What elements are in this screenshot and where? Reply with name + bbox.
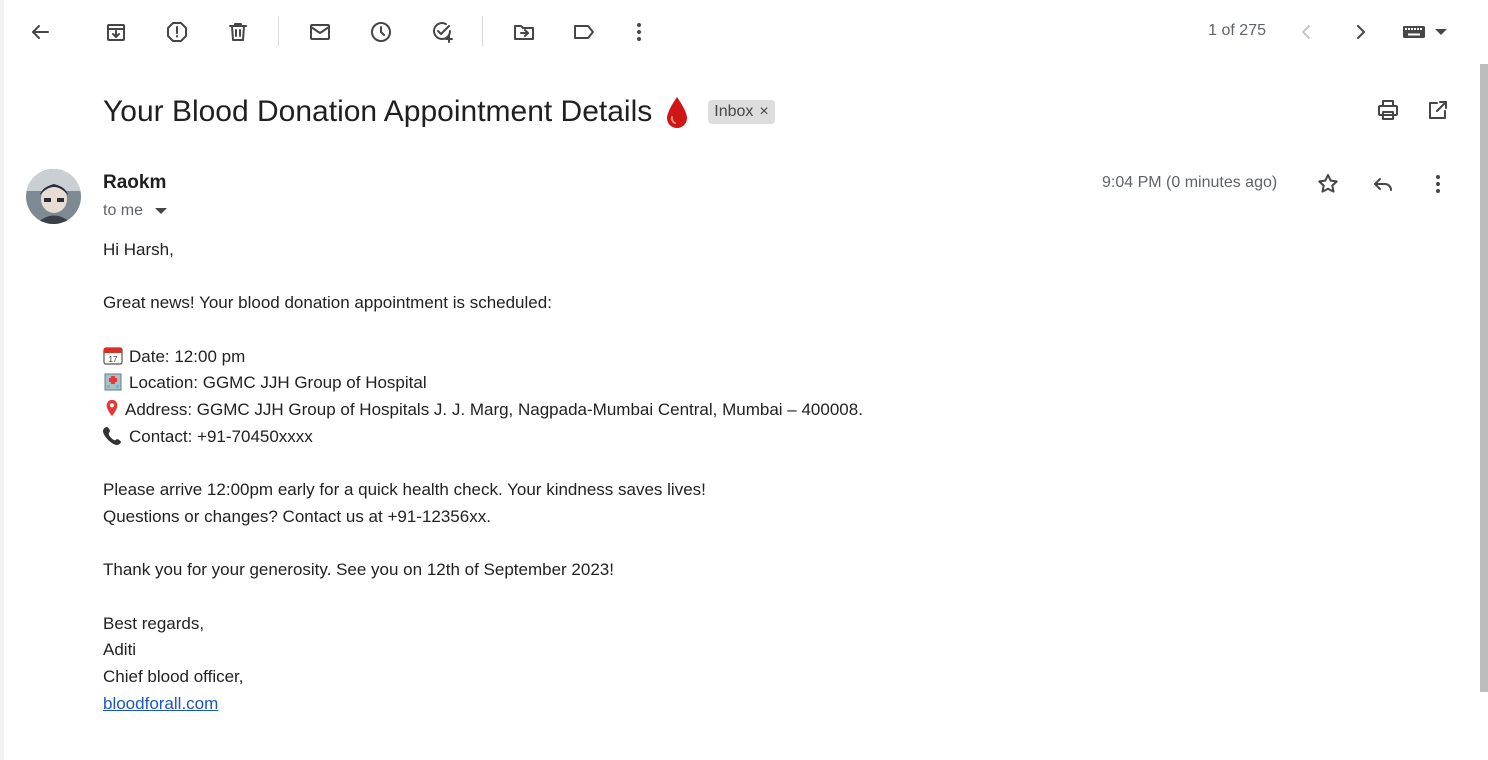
website-line: bloodforall.com	[103, 691, 863, 718]
questions-text: Questions or changes? Contact us at +91-…	[103, 506, 491, 526]
hospital-icon	[104, 373, 122, 391]
reply-button[interactable]	[1363, 164, 1403, 204]
date-text: Date: 12:00 pm	[129, 346, 246, 366]
newer-button[interactable]	[1286, 12, 1326, 52]
address-text: Address: GGMC JJH Group of Hospitals J. …	[125, 400, 863, 420]
label-text: Inbox	[714, 103, 754, 120]
print-all-button[interactable]	[1368, 90, 1408, 130]
signature-title: Chief blood officer,	[103, 667, 244, 686]
move-folder-icon	[514, 25, 534, 40]
recipient-details[interactable]: to me	[103, 202, 168, 220]
open-in-new-icon	[1429, 101, 1447, 119]
intro-text: Great news! Your blood donation appointm…	[103, 293, 552, 313]
website-link[interactable]: bloodforall.com	[103, 694, 218, 713]
toolbar-divider	[278, 16, 279, 46]
labels-button[interactable]	[564, 12, 604, 52]
chevron-left-icon	[1302, 25, 1310, 39]
more-vert-icon	[637, 23, 641, 41]
contact-line: Contact: +91-70450xxxx	[103, 424, 863, 451]
inbox-label-chip[interactable]: Inbox ×	[708, 100, 775, 124]
add-to-tasks-button[interactable]	[422, 12, 462, 52]
email-body: Hi Harsh, Great news! Your blood donatio…	[103, 237, 863, 717]
contact-text: Contact: +91-70450xxxx	[129, 426, 313, 446]
map-pin-icon	[106, 400, 118, 417]
clock-icon	[371, 22, 391, 42]
thanks-text: Thank you for your generosity. See you o…	[103, 560, 614, 580]
location-line: Location: GGMC JJH Group of Hospital	[103, 370, 863, 397]
add-task-icon	[433, 22, 453, 43]
phone-icon	[103, 426, 121, 445]
snooze-button[interactable]	[361, 12, 401, 52]
more-options-button[interactable]	[619, 12, 659, 52]
mark-unread-button[interactable]	[300, 12, 340, 52]
pager-count: 1 of 275	[1208, 22, 1266, 39]
archive-icon	[107, 24, 125, 41]
location-text: Location: GGMC JJH Group of Hospital	[129, 373, 427, 393]
reply-icon	[1374, 178, 1392, 191]
print-icon	[1378, 100, 1398, 120]
subject-row: Your Blood Donation Appointment Details …	[103, 88, 775, 136]
archive-button[interactable]	[96, 12, 136, 52]
date-line: 17 Date: 12:00 pm	[103, 344, 863, 371]
blood-drop-icon	[667, 97, 688, 128]
toolbar-divider	[482, 16, 483, 46]
move-to-button[interactable]	[504, 12, 544, 52]
star-button[interactable]	[1308, 164, 1348, 204]
report-spam-button[interactable]	[157, 12, 197, 52]
label-icon	[574, 25, 594, 39]
more-vert-icon	[1436, 175, 1440, 193]
star-icon	[1318, 174, 1338, 193]
sender-name[interactable]: Raokm	[103, 172, 166, 194]
delete-button[interactable]	[218, 12, 258, 52]
regards-text: Best regards,	[103, 613, 205, 633]
input-tools-button[interactable]	[1396, 12, 1452, 52]
open-new-window-button[interactable]	[1418, 90, 1458, 130]
back-button[interactable]	[20, 12, 60, 52]
svg-text:17: 17	[109, 355, 118, 364]
caret-down-icon	[155, 208, 168, 214]
arrow-back-icon	[32, 25, 49, 39]
left-edge	[0, 0, 4, 760]
avatar-image	[26, 169, 81, 224]
toolbar: 1 of 275	[0, 0, 1488, 64]
recipient-text: to me	[103, 202, 144, 219]
report-icon	[167, 22, 187, 42]
arrive-text: Please arrive 12:00pm early for a quick …	[103, 480, 706, 500]
message-more-button[interactable]	[1418, 164, 1458, 204]
scrollbar[interactable]	[1480, 64, 1488, 692]
sender-avatar[interactable]	[26, 169, 81, 224]
email-timestamp: 9:04 PM (0 minutes ago)	[1102, 174, 1278, 191]
greeting: Hi Harsh,	[103, 240, 174, 259]
chevron-right-icon	[1357, 25, 1365, 39]
older-button[interactable]	[1341, 12, 1381, 52]
caret-down-icon	[1435, 29, 1447, 35]
email-subject: Your Blood Donation Appointment Details	[103, 95, 653, 128]
remove-label-icon[interactable]: ×	[759, 103, 768, 121]
address-line: Address: GGMC JJH Group of Hospitals J. …	[103, 397, 863, 424]
calendar-icon: 17	[103, 347, 123, 365]
mail-icon	[310, 24, 330, 40]
signature-name: Aditi	[103, 640, 137, 660]
trash-icon	[229, 23, 247, 41]
keyboard-icon	[1403, 26, 1425, 38]
